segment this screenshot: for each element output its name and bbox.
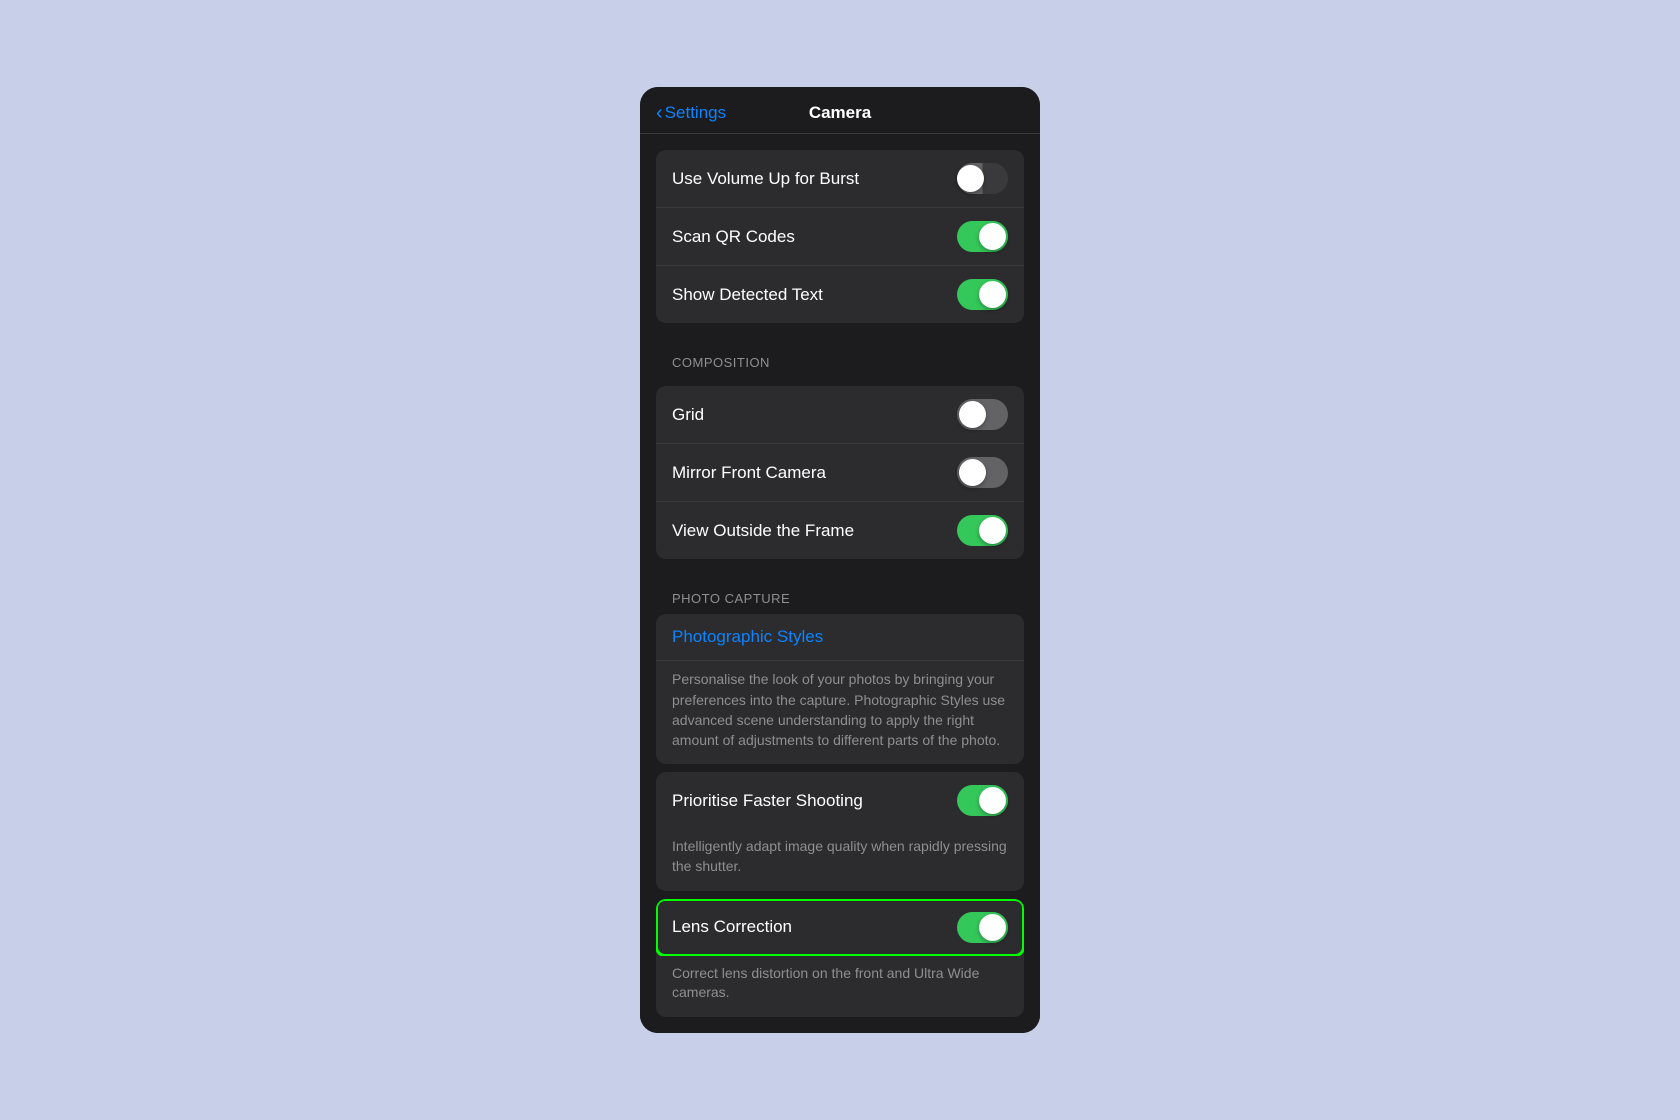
show-detected-text-toggle[interactable] [957,279,1008,310]
toggle-thumb [959,401,986,428]
toggle-thumb [979,914,1006,941]
volume-burst-row[interactable]: Use Volume Up for Burst [656,150,1024,208]
toggle-thumb [979,223,1006,250]
toggle-thumb [957,165,984,192]
mirror-front-camera-row[interactable]: Mirror Front Camera [656,444,1024,502]
faster-shooting-row[interactable]: Prioritise Faster Shooting [656,772,1024,829]
toggle-thumb [979,517,1006,544]
volume-burst-toggle[interactable] [957,163,1008,194]
photographic-styles-block: Photographic Styles [656,614,1024,661]
scan-qr-toggle[interactable] [957,221,1008,252]
lens-correction-row[interactable]: Lens Correction [656,899,1024,956]
view-outside-frame-toggle[interactable] [957,515,1008,546]
composition-header: COMPOSITION [640,335,1040,378]
scan-qr-row[interactable]: Scan QR Codes [656,208,1024,266]
show-detected-text-label: Show Detected Text [672,285,823,305]
toggle-thumb [979,787,1006,814]
back-label: Settings [665,103,726,123]
nav-bar: ‹ Settings Camera [640,87,1040,134]
grid-toggle[interactable] [957,399,1008,430]
view-outside-frame-row[interactable]: View Outside the Frame [656,502,1024,559]
show-detected-text-row[interactable]: Show Detected Text [656,266,1024,323]
composition-group: Grid Mirror Front Camera View Outside th… [656,386,1024,559]
faster-shooting-label: Prioritise Faster Shooting [672,791,863,811]
phone-container: ‹ Settings Camera Use Volume Up for Burs… [640,87,1040,1033]
photo-capture-header: PHOTO CAPTURE [640,571,1040,614]
mirror-front-camera-label: Mirror Front Camera [672,463,826,483]
photographic-styles-label: Photographic Styles [672,627,823,646]
lens-correction-description: Correct lens distortion on the front and… [656,956,1024,1017]
toggle-thumb [959,459,986,486]
view-outside-frame-label: View Outside the Frame [672,521,854,541]
lens-correction-toggle[interactable] [957,912,1008,943]
photographic-styles-row[interactable]: Photographic Styles [656,614,1024,661]
photographic-styles-description: Personalise the look of your photos by b… [656,661,1024,764]
volume-burst-label: Use Volume Up for Burst [672,169,859,189]
toggle-thumb [979,281,1006,308]
lens-correction-label: Lens Correction [672,917,792,937]
faster-shooting-block: Prioritise Faster Shooting [656,772,1024,829]
top-section-group: Use Volume Up for Burst Scan QR Codes Sh… [656,150,1024,323]
mirror-front-camera-toggle[interactable] [957,457,1008,488]
settings-content: Use Volume Up for Burst Scan QR Codes Sh… [640,134,1040,1033]
faster-shooting-description: Intelligently adapt image quality when r… [656,829,1024,890]
grid-label: Grid [672,405,704,425]
back-button[interactable]: ‹ Settings [656,102,726,125]
page-title: Camera [809,103,871,123]
faster-shooting-toggle[interactable] [957,785,1008,816]
scan-qr-label: Scan QR Codes [672,227,795,247]
chevron-left-icon: ‹ [656,102,663,125]
grid-row[interactable]: Grid [656,386,1024,444]
